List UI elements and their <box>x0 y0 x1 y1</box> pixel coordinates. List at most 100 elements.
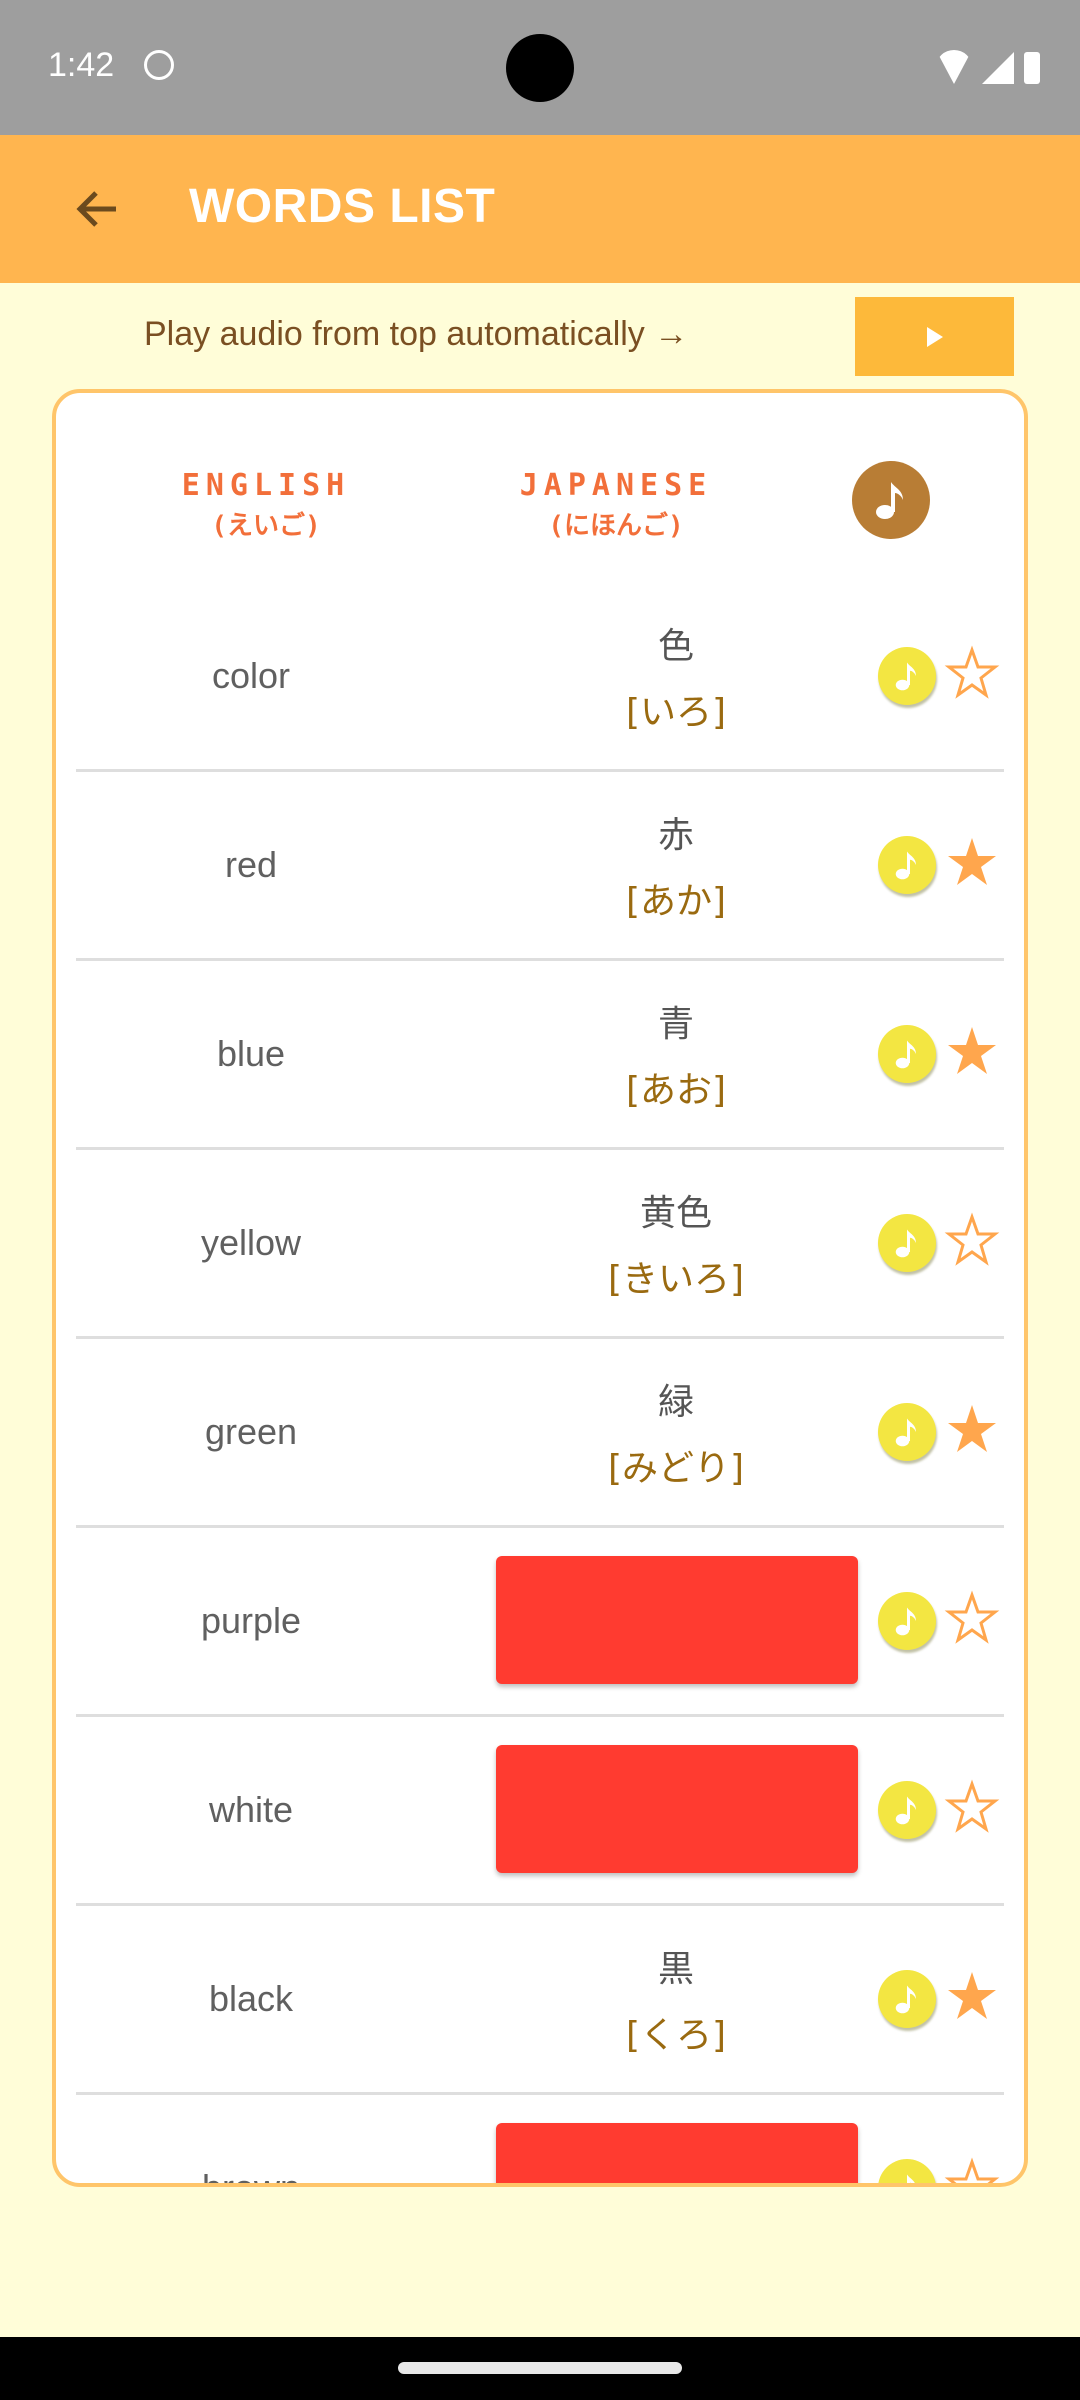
autoplay-label: Play audio from top automatically → <box>144 315 689 353</box>
table-header: ENGLISH (えいご) JAPANESE (にほんご) <box>56 393 1024 583</box>
favorite-toggle[interactable] <box>944 1023 1000 1079</box>
word-row: color 色 [いろ] <box>76 583 1004 772</box>
word-row: brown <box>76 2095 1004 2183</box>
notification-icon <box>144 50 174 80</box>
autoplay-row: Play audio from top automatically → <box>0 295 1080 376</box>
favorite-toggle[interactable] <box>944 1779 1000 1835</box>
word-row: green 緑 [みどり] <box>76 1339 1004 1528</box>
word-audio-button[interactable] <box>878 1970 936 2028</box>
japanese-cell: 青 [あお] <box>496 961 856 1147</box>
english-word: purple <box>200 1600 302 1641</box>
english-word: red <box>224 844 278 885</box>
english-header-sub: (えいご) <box>211 511 321 541</box>
japanese-header: JAPANESE (にほんご) <box>486 468 746 542</box>
favorite-toggle[interactable] <box>944 1968 1000 2024</box>
english-header-label: ENGLISH <box>181 468 351 503</box>
music-note-icon <box>895 1796 916 1825</box>
word-audio-button[interactable] <box>878 1214 936 1272</box>
kana-text: [あお] <box>625 1070 727 1111</box>
word-row: white <box>76 1717 1004 1906</box>
music-note-icon <box>895 1229 916 1258</box>
word-row: red 赤 [あか] <box>76 772 1004 961</box>
music-note-icon <box>876 482 903 519</box>
favorite-toggle[interactable] <box>944 645 1000 701</box>
word-row: black 黒 [くろ] <box>76 1906 1004 2095</box>
english-word: black <box>208 1978 294 2019</box>
home-handle[interactable] <box>398 2362 682 2374</box>
word-list: color 色 [いろ] red 赤 [あか] blue 青 [あお] yell… <box>56 583 1024 2183</box>
japanese-header-sub: (にほんご) <box>548 511 684 541</box>
play-icon <box>926 326 943 347</box>
favorite-toggle[interactable] <box>944 1590 1000 1646</box>
kana-text: [きいろ] <box>607 1259 745 1300</box>
play-all-audio-button[interactable] <box>852 461 930 539</box>
japanese-header-label: JAPANESE <box>519 468 713 503</box>
japanese-cell: 黄色 [きいろ] <box>496 1150 856 1336</box>
english-word: brown <box>76 2095 426 2183</box>
english-word: blue <box>216 1033 286 1074</box>
arrow-left-icon <box>76 191 116 227</box>
word-audio-button[interactable] <box>878 1592 936 1650</box>
word-row: yellow 黄色 [きいろ] <box>76 1150 1004 1339</box>
hidden-translation-block[interactable] <box>496 2123 858 2183</box>
signal-icon <box>982 52 1014 84</box>
back-button[interactable] <box>70 181 126 237</box>
kanji-text: 色 <box>657 626 694 667</box>
word-audio-button[interactable] <box>878 1781 936 1839</box>
hidden-translation-block[interactable] <box>496 1556 858 1684</box>
english-word: color <box>211 655 291 696</box>
kana-text: [あか] <box>625 881 727 922</box>
star-outline-icon <box>944 2157 1000 2183</box>
kanji-text: 黒 <box>657 1949 694 1990</box>
word-audio-button[interactable] <box>878 1025 936 1083</box>
music-note-icon <box>895 1985 916 2014</box>
star-filled-icon <box>948 838 996 885</box>
japanese-cell: 色 [いろ] <box>496 583 856 769</box>
favorite-toggle[interactable] <box>944 834 1000 890</box>
words-card: ENGLISH (えいご) JAPANESE (にほんご) color 色 [い… <box>52 389 1028 2187</box>
music-note-icon <box>895 851 916 880</box>
star-filled-icon <box>948 1972 996 2019</box>
star-filled-icon <box>948 1405 996 1452</box>
kana-text: [みどり] <box>607 1448 745 1489</box>
app-bar: WORDS LIST <box>0 135 1080 283</box>
english-word: yellow <box>200 1222 302 1263</box>
system-icons <box>936 50 1040 84</box>
star-outline-icon <box>944 1212 1000 1266</box>
favorite-toggle[interactable] <box>944 2157 1000 2183</box>
music-note-icon <box>895 1607 916 1636</box>
kana-text: [くろ] <box>625 2015 727 2056</box>
favorite-toggle[interactable] <box>944 1212 1000 1268</box>
kanji-text: 黄色 <box>639 1193 712 1234</box>
wifi-icon <box>936 50 972 84</box>
music-note-icon <box>895 1418 916 1447</box>
japanese-cell: 黒 [くろ] <box>496 1906 856 2092</box>
hidden-translation-block[interactable] <box>496 1745 858 1873</box>
status-bar: 1:42 <box>0 0 1080 135</box>
kanji-text: 緑 <box>657 1382 694 1423</box>
word-audio-button[interactable] <box>878 836 936 894</box>
kanji-text: 赤 <box>657 815 694 856</box>
word-row: purple <box>76 1528 1004 1717</box>
english-word: green <box>204 1411 298 1452</box>
navigation-bar <box>0 2337 1080 2400</box>
status-time: 1:42 <box>48 46 115 84</box>
star-filled-icon <box>948 1027 996 1074</box>
music-note-icon <box>895 1040 916 1069</box>
word-audio-button[interactable] <box>878 2159 936 2183</box>
favorite-toggle[interactable] <box>944 1401 1000 1457</box>
battery-icon <box>1024 52 1040 84</box>
star-outline-icon <box>944 645 1000 699</box>
camera-cutout <box>506 34 574 102</box>
kanji-text: 青 <box>657 1004 694 1045</box>
music-note-icon <box>895 662 916 691</box>
star-outline-icon <box>944 1590 1000 1644</box>
autoplay-button[interactable] <box>855 297 1014 376</box>
word-row: blue 青 [あお] <box>76 961 1004 1150</box>
english-word: white <box>208 1789 294 1830</box>
word-audio-button[interactable] <box>878 1403 936 1461</box>
word-audio-button[interactable] <box>878 647 936 705</box>
english-header: ENGLISH (えいご) <box>166 468 366 542</box>
page-title: WORDS LIST <box>189 180 496 233</box>
kana-text: [いろ] <box>625 692 727 733</box>
